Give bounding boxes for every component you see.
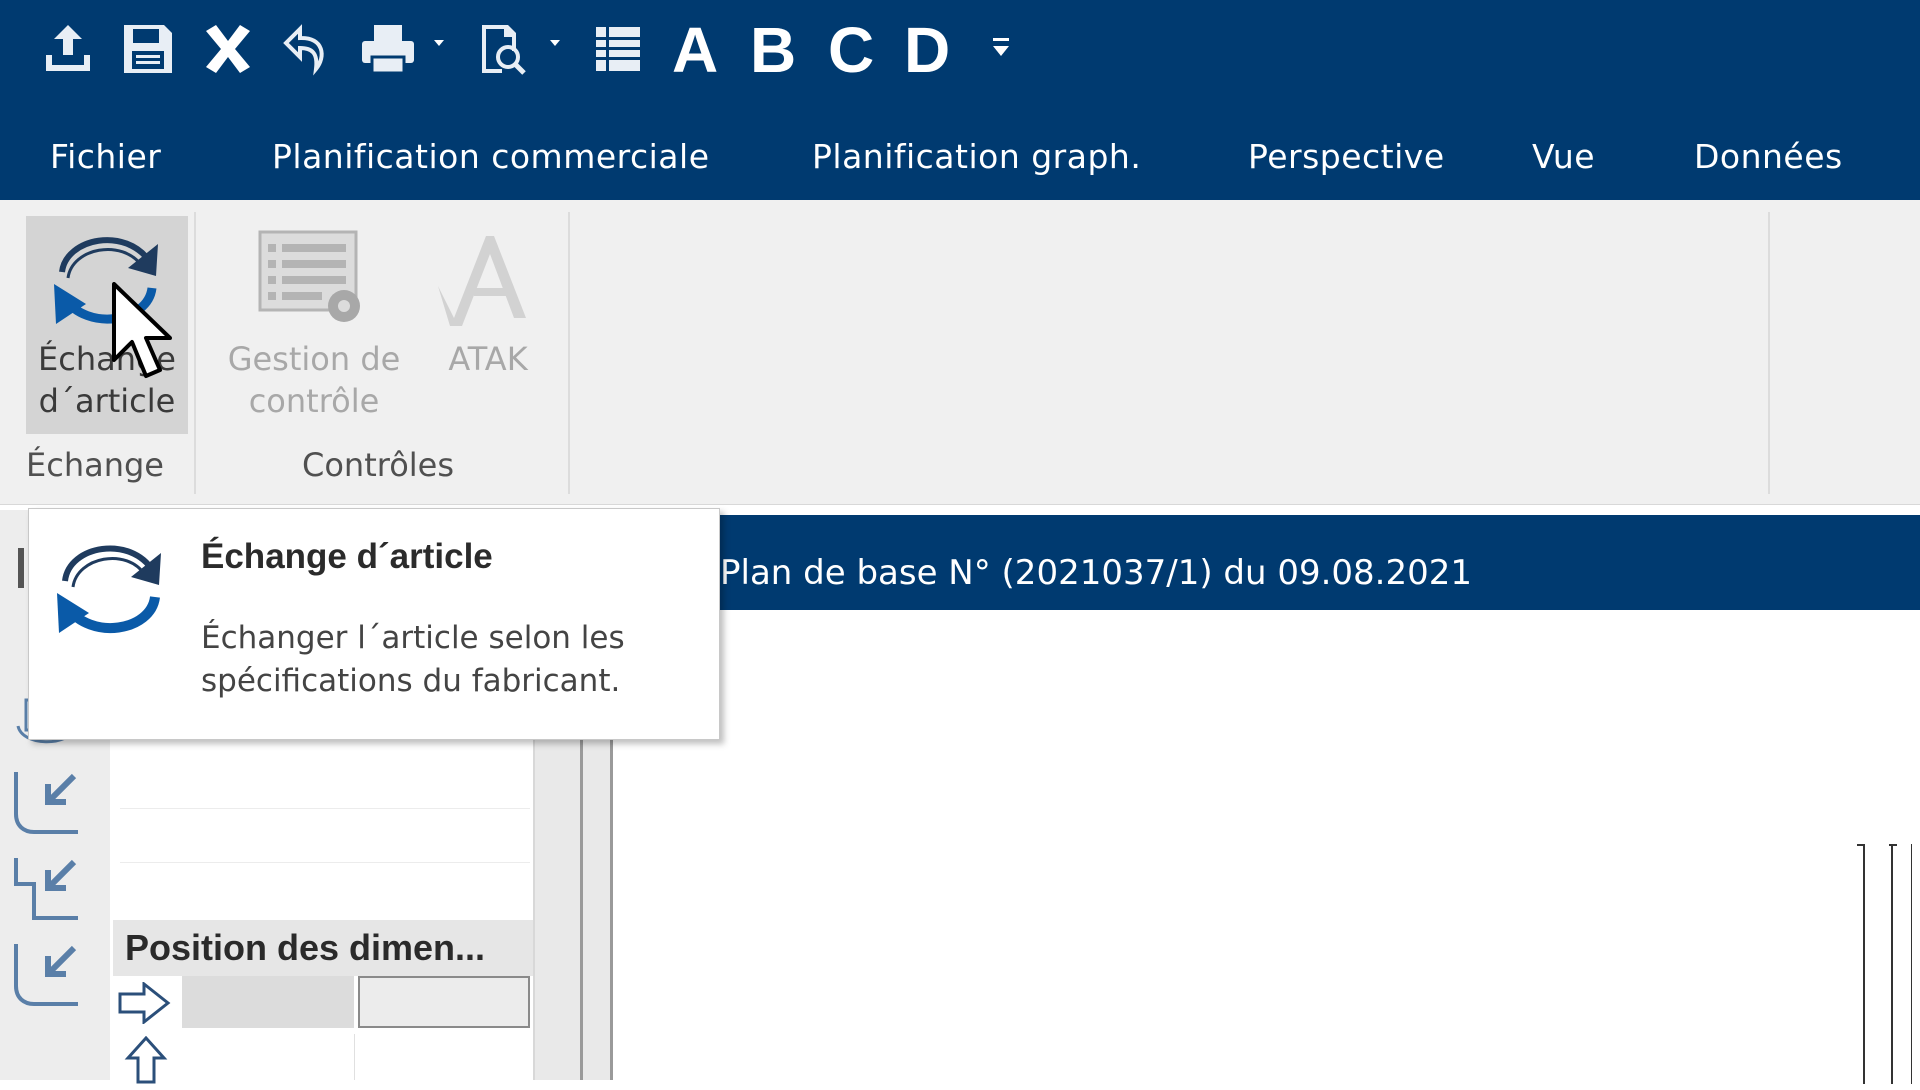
tooltip-title: Échange d´article — [201, 537, 493, 576]
document-title: Plan de base N° (2021037/1) du 09.08.202… — [720, 553, 1473, 593]
atak-icon — [438, 236, 526, 326]
save-icon[interactable] — [118, 14, 178, 84]
dimension-line — [1911, 844, 1912, 1084]
table-row[interactable] — [110, 1034, 535, 1090]
tab-fichier[interactable]: Fichier — [50, 137, 161, 176]
tab-planification-graph[interactable]: Planification graph. — [812, 137, 1141, 176]
close-icon[interactable] — [198, 14, 258, 84]
abcd-letter-b[interactable]: B — [750, 12, 796, 88]
control-management-label-2: contrôle — [248, 382, 380, 420]
ribbon-separator — [194, 212, 196, 494]
customize-toolbar-icon[interactable] — [990, 36, 1012, 60]
group-label-controls: Contrôles — [302, 446, 455, 484]
quick-access-toolbar: A B C D — [0, 0, 1920, 105]
mouse-cursor-icon — [112, 282, 172, 378]
drawing-canvas[interactable] — [610, 612, 1920, 1084]
print-icon[interactable] — [356, 14, 420, 84]
article-exchange-label-2: d´article — [38, 382, 176, 420]
table-cell[interactable] — [182, 976, 354, 1028]
group-label-exchange: Échange — [26, 446, 164, 484]
upload-icon[interactable] — [38, 14, 98, 84]
ribbon-separator — [568, 212, 570, 494]
table-cell-input[interactable] — [358, 976, 530, 1028]
control-list-icon — [258, 230, 360, 322]
control-management-label-1: Gestion de — [227, 340, 401, 378]
exchange-arrows-icon — [57, 545, 161, 634]
tab-donnees[interactable]: Données — [1694, 137, 1843, 176]
grid-line — [120, 808, 530, 809]
grid-line — [120, 862, 530, 863]
tab-perspective[interactable]: Perspective — [1248, 137, 1445, 176]
tab-vue[interactable]: Vue — [1532, 137, 1595, 176]
dimension-line — [1891, 844, 1893, 1084]
print-dropdown-icon[interactable] — [432, 36, 446, 50]
control-management-button[interactable]: Gestion de contrôle — [210, 216, 418, 434]
corner-in-icon[interactable] — [12, 768, 92, 840]
atak-label: ATAK — [448, 340, 528, 378]
table-row[interactable] — [110, 976, 535, 1032]
tab-planification-commerciale[interactable]: Planification commerciale — [272, 137, 710, 176]
abcd-letter-a[interactable]: A — [672, 12, 718, 88]
ribbon: Échange d´article Échange Gestion de con… — [0, 200, 1920, 505]
curve-in-icon[interactable] — [12, 940, 92, 1012]
print-preview-icon[interactable] — [472, 14, 536, 84]
panel-edge-marker — [18, 548, 24, 588]
arrow-up-icon — [124, 1036, 168, 1084]
dimension-position-header: Position des dimen... — [113, 920, 533, 976]
arrow-right-icon — [118, 982, 171, 1024]
ribbon-separator — [1768, 212, 1770, 494]
abcd-letter-d[interactable]: D — [904, 12, 950, 88]
atak-button[interactable]: ATAK — [428, 216, 548, 434]
preview-dropdown-icon[interactable] — [548, 36, 562, 50]
grid-line — [354, 1034, 355, 1080]
exchange-tooltip: Échange d´article Échanger l´article sel… — [28, 508, 720, 740]
undo-icon[interactable] — [278, 14, 334, 84]
step-in-icon[interactable] — [12, 854, 92, 926]
dimension-line — [1863, 844, 1865, 1084]
abcd-letter-c[interactable]: C — [828, 12, 874, 88]
dimension-line — [1889, 844, 1897, 846]
menu-bar: Fichier Planification commerciale Planif… — [0, 105, 1920, 200]
list-icon[interactable] — [588, 14, 648, 84]
tooltip-description: Échanger l´article selon les spécificati… — [201, 620, 625, 699]
